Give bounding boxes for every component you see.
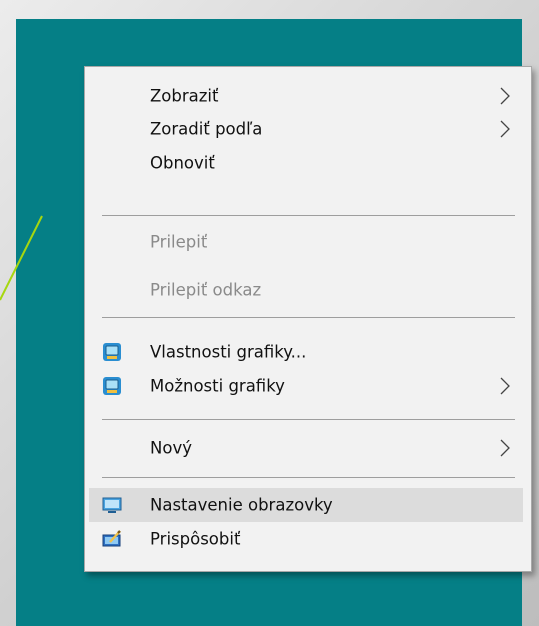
- menu-item-label: Nový: [150, 438, 192, 458]
- menu-item-label: Možnosti grafiky: [150, 376, 285, 396]
- menu-item-paste[interactable]: Prilepiť: [89, 225, 523, 259]
- menu-item-sort-by[interactable]: Zoradiť podľa: [89, 112, 523, 146]
- menu-separator: [102, 317, 515, 318]
- display-settings-icon: [102, 497, 122, 513]
- chevron-right-icon: [500, 439, 510, 457]
- menu-item-label: Prispôsobiť: [150, 529, 241, 549]
- menu-item-label: Vlastnosti grafiky...: [150, 342, 307, 362]
- menu-item-label: Nastavenie obrazovky: [150, 495, 333, 515]
- intel-graphics-icon: [103, 343, 121, 361]
- menu-item-label: Prilepiť: [150, 232, 208, 252]
- desktop-context-menu: Zobraziť Zoradiť podľa Obnoviť Prilepiť …: [84, 66, 532, 572]
- menu-item-new[interactable]: Nový: [89, 431, 523, 465]
- menu-separator: [102, 477, 515, 478]
- menu-separator: [102, 419, 515, 420]
- menu-item-graphics-options[interactable]: Možnosti grafiky: [89, 369, 523, 403]
- pointer-callout-line: [0, 215, 43, 301]
- chevron-right-icon: [500, 120, 510, 138]
- chevron-right-icon: [500, 87, 510, 105]
- menu-item-view[interactable]: Zobraziť: [89, 79, 523, 113]
- personalize-icon: [102, 530, 121, 547]
- menu-item-label: Prilepiť odkaz: [150, 280, 262, 300]
- menu-item-personalize[interactable]: Prispôsobiť: [89, 522, 523, 556]
- menu-item-label: Zobraziť: [150, 86, 219, 106]
- menu-item-label: Zoradiť podľa: [150, 119, 263, 139]
- menu-item-paste-shortcut[interactable]: Prilepiť odkaz: [89, 273, 523, 307]
- menu-item-display-settings[interactable]: Nastavenie obrazovky: [89, 488, 523, 522]
- menu-item-label: Obnoviť: [150, 153, 215, 173]
- menu-separator: [102, 215, 515, 216]
- menu-item-graphics-properties[interactable]: Vlastnosti grafiky...: [89, 335, 523, 369]
- chevron-right-icon: [500, 377, 510, 395]
- menu-item-refresh[interactable]: Obnoviť: [89, 146, 523, 180]
- intel-graphics-icon: [103, 377, 121, 395]
